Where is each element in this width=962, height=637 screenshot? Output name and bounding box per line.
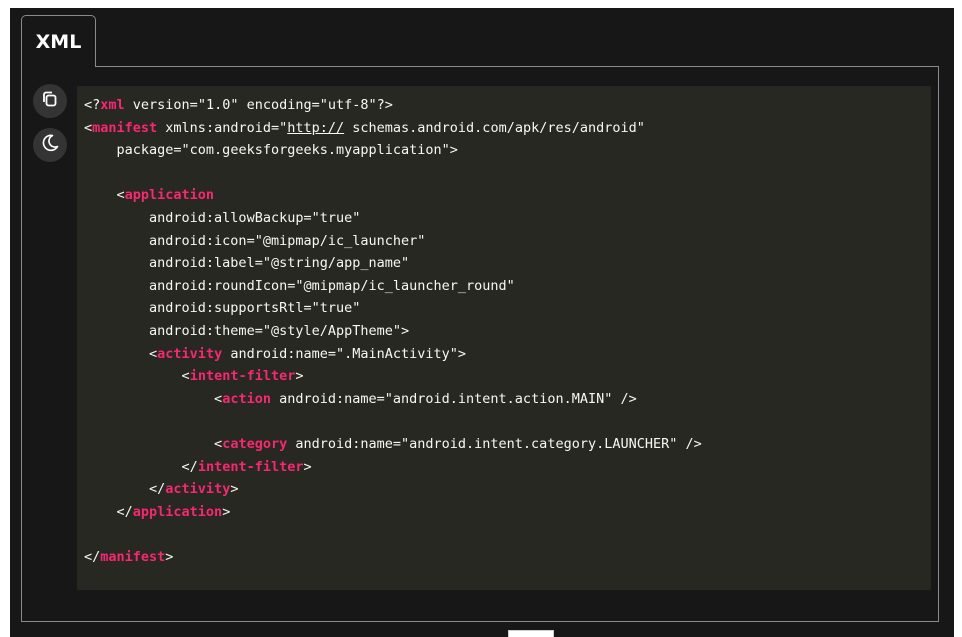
code-line: <?xml version="1.0" encoding="utf-8"?> — [84, 97, 393, 113]
code-content[interactable]: <?xml version="1.0" encoding="utf-8"?> <m… — [84, 94, 702, 568]
code-line: android:allowBackup="true" — [149, 209, 361, 226]
code-toolbar — [33, 84, 67, 162]
code-line: <action android:name="android.intent.act… — [214, 390, 637, 407]
code-line: android:icon="@mipmap/ic_launcher" — [149, 232, 426, 249]
code-line: <intent-filter> — [181, 368, 304, 385]
moon-icon — [40, 133, 60, 157]
code-line: android:roundIcon="@mipmap/ic_launcher_r… — [149, 277, 515, 294]
code-line: <activity android:name=".MainActivity"> — [149, 345, 467, 362]
tab-xml-label: XML — [35, 30, 82, 53]
scroll-indicator[interactable] — [508, 630, 554, 637]
code-line: android:label="@string/app_name" — [149, 255, 410, 272]
code-block[interactable]: <?xml version="1.0" encoding="utf-8"?> <m… — [77, 86, 931, 590]
code-line: <manifest xmlns:android="http:// schemas… — [84, 119, 645, 136]
code-line: </application> — [116, 503, 231, 520]
code-line: android:theme="@style/AppTheme"> — [149, 322, 410, 339]
theme-toggle-button[interactable] — [33, 128, 67, 162]
code-line: </manifest> — [84, 548, 174, 565]
copy-icon — [41, 90, 59, 112]
code-line: </intent-filter> — [181, 458, 312, 475]
code-line: </activity> — [149, 481, 239, 498]
code-line: android:supportsRtl="true" — [149, 300, 361, 317]
code-line: <application — [116, 187, 215, 204]
copy-button[interactable] — [33, 84, 67, 118]
tab-xml[interactable]: XML — [21, 15, 96, 67]
code-line: <category android:name="android.intent.c… — [214, 435, 702, 452]
code-line: package="com.geeksforgeeks.myapplication… — [116, 142, 458, 159]
